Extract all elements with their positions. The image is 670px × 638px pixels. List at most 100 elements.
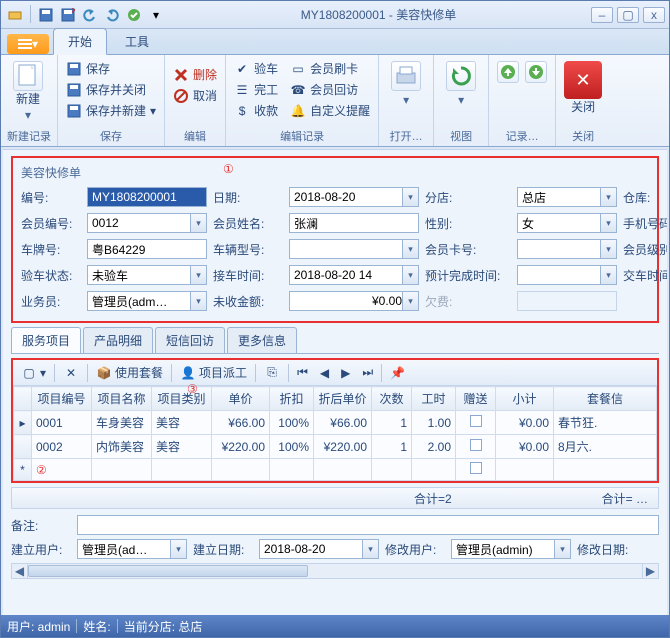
order-no-input[interactable]	[87, 187, 207, 207]
tb-dispatch[interactable]: 👤项目派工	[176, 362, 251, 383]
cardno-dropdown[interactable]: ▾	[600, 240, 616, 258]
maximize-button[interactable]: ▢	[617, 7, 639, 23]
tab-products[interactable]: 产品明细	[83, 327, 153, 353]
tab-more[interactable]: 更多信息	[227, 327, 297, 353]
horizontal-scrollbar[interactable]: ◀ ▶	[11, 563, 659, 579]
gender-dropdown[interactable]: ▾	[600, 214, 616, 232]
qa-redo-icon[interactable]	[102, 5, 122, 25]
summary-bar: 合计=2 合计= …	[11, 487, 659, 509]
expect-dropdown[interactable]: ▾	[600, 266, 616, 284]
tb-new-row[interactable]: ▢▾	[17, 363, 50, 383]
save-close-button[interactable]: 保存并关闭	[64, 80, 158, 99]
checkstate-input[interactable]	[87, 265, 207, 285]
unpaid-spin[interactable]: ▾	[402, 292, 418, 310]
model-dropdown[interactable]: ▾	[402, 240, 418, 258]
createdate-input[interactable]	[259, 539, 379, 559]
qa-save-icon[interactable]	[36, 5, 56, 25]
refresh-icon	[446, 61, 476, 91]
unpaid-input[interactable]	[289, 291, 419, 311]
tab-start[interactable]: 开始	[53, 28, 107, 55]
scroll-left[interactable]: ◀	[12, 564, 28, 578]
salesman-dropdown[interactable]: ▾	[190, 292, 206, 310]
table-row[interactable]: 0002内饰美容美容 ¥220.00100%¥220.00 12.00 ¥0.0…	[14, 435, 657, 459]
open-button[interactable]: ▾	[385, 57, 427, 107]
cancel-button[interactable]: 取消	[171, 86, 219, 105]
scroll-thumb[interactable]	[28, 565, 308, 577]
qa-saveclose-icon[interactable]: ×	[58, 5, 78, 25]
dispatch-icon: 👤	[180, 365, 196, 381]
tb-use-package[interactable]: 📦使用套餐	[92, 362, 167, 383]
member-name-input[interactable]	[289, 213, 419, 233]
branch-dropdown[interactable]: ▾	[600, 188, 616, 206]
window-title: MY1808200001 - 美容快修单	[166, 6, 591, 23]
save-button[interactable]: 保存	[64, 59, 158, 78]
close-button[interactable]: ✕关闭	[562, 57, 604, 114]
tb-pin[interactable]: 📌	[386, 364, 409, 382]
gift-checkbox[interactable]	[470, 439, 482, 451]
record-down-button[interactable]	[523, 57, 549, 83]
qa-dropdown[interactable]: ▾	[146, 5, 166, 25]
delete-icon	[173, 67, 189, 83]
titlebar: × ▾ MY1808200001 - 美容快修单 – ▢ x	[1, 1, 669, 29]
checkstate-dropdown[interactable]: ▾	[190, 266, 206, 284]
tb-nav-last[interactable]: ⏭	[358, 363, 377, 382]
date-dropdown[interactable]: ▾	[402, 188, 418, 206]
tb-nav-prev[interactable]: ◀	[316, 364, 333, 382]
qa-undo-icon[interactable]	[80, 5, 100, 25]
new-button[interactable]: 新建▾	[7, 57, 49, 122]
ribbon: 新建▾ 新建记录 保存 保存并关闭 保存并新建 ▾ 保存 删除 取消 编辑 ✔验…	[1, 55, 669, 147]
tb-nav-next[interactable]: ▶	[337, 364, 354, 382]
group-save-label: 保存	[64, 126, 158, 146]
printer-icon	[391, 61, 421, 91]
money-icon: $	[234, 103, 250, 119]
custom-remind-button[interactable]: 🔔自定义提醒	[288, 101, 372, 120]
delete-row-icon: ✕	[63, 365, 79, 381]
collect-button[interactable]: $收款	[232, 101, 280, 120]
arrow-down-icon	[525, 61, 547, 83]
qa-check-icon[interactable]	[124, 5, 144, 25]
status-user: 用户: admin	[7, 618, 70, 635]
cancel-icon	[173, 88, 189, 104]
check-car-button[interactable]: ✔验车	[232, 59, 280, 78]
scroll-right[interactable]: ▶	[642, 564, 658, 578]
done-button[interactable]: ☰完工	[232, 80, 280, 99]
member-no-input[interactable]	[87, 213, 207, 233]
tab-tools[interactable]: 工具	[111, 29, 163, 54]
app-menu-button[interactable]: ▾	[7, 34, 49, 54]
check-icon: ✔	[234, 61, 250, 77]
member-visit-button[interactable]: ☎会员回访	[288, 80, 372, 99]
view-button[interactable]: ▾	[440, 57, 482, 107]
member-no-dropdown[interactable]: ▾	[190, 214, 206, 232]
quick-access: × ▾	[5, 5, 166, 25]
new-row[interactable]: * ②	[14, 459, 657, 481]
ribbon-tabs: ▾ 开始 工具	[1, 29, 669, 55]
delete-button[interactable]: 删除	[171, 65, 219, 84]
package-icon: 📦	[96, 365, 112, 381]
date-input[interactable]	[289, 187, 419, 207]
visit-icon: ☎	[290, 82, 306, 98]
table-row[interactable]: ▸ 0001车身美容美容 ¥66.00100%¥66.00 11.00 ¥0.0…	[14, 411, 657, 435]
salesman-input[interactable]	[87, 291, 207, 311]
plate-input[interactable]	[87, 239, 207, 259]
grid-toolbar: ▢▾ ✕ 📦使用套餐 👤项目派工 ⎘ ⏮ ◀ ▶ ⏭ 📌	[13, 360, 657, 386]
tab-service-items[interactable]: 服务项目	[11, 327, 81, 353]
tab-sms[interactable]: 短信回访	[155, 327, 225, 353]
recvtime-dropdown[interactable]: ▾	[402, 266, 418, 284]
tb-delete-row[interactable]: ✕	[59, 363, 83, 383]
tb-nav-first[interactable]: ⏮	[293, 363, 312, 382]
member-card-button[interactable]: ▭会员刷卡	[288, 59, 372, 78]
recvtime-input[interactable]	[289, 265, 419, 285]
tb-copy[interactable]: ⎘	[260, 363, 284, 383]
gift-checkbox[interactable]	[470, 462, 482, 474]
close-window-button[interactable]: x	[643, 7, 665, 23]
group-newrec-label: 新建记录	[7, 126, 51, 146]
record-up-button[interactable]	[495, 57, 521, 83]
save-new-button[interactable]: 保存并新建 ▾	[64, 101, 158, 120]
remark-input[interactable]	[77, 515, 659, 535]
minimize-button[interactable]: –	[591, 7, 613, 23]
close-icon: ✕	[564, 61, 602, 99]
model-input[interactable]	[289, 239, 419, 259]
moduser-input[interactable]	[451, 539, 571, 559]
gift-checkbox[interactable]	[470, 415, 482, 427]
group-edit-label: 编辑	[171, 126, 219, 146]
